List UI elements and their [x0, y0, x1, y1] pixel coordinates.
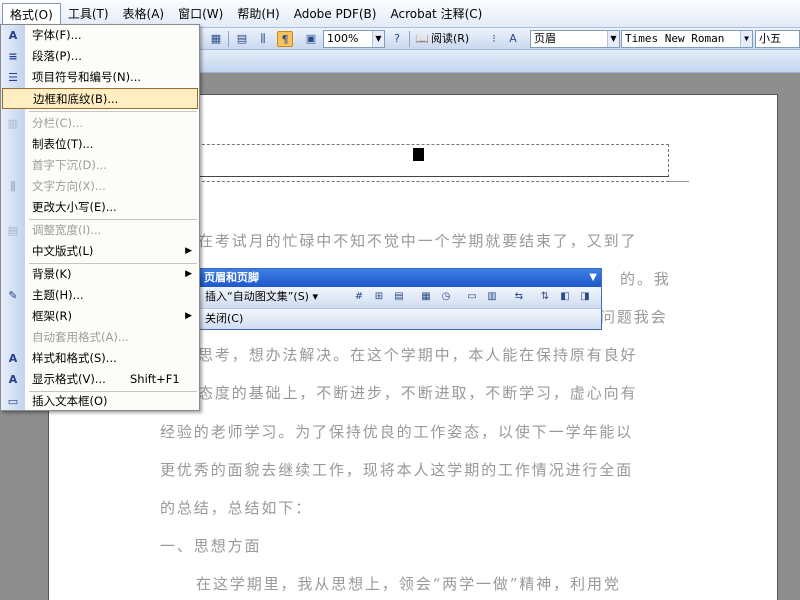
reading-button[interactable]: 阅读(R): [431, 31, 469, 47]
chevron-down-icon[interactable]: ▼: [372, 31, 384, 47]
font-combo[interactable]: Times New Roman ▼: [621, 30, 753, 48]
header-border-line: [152, 176, 669, 177]
menu-tools[interactable]: 工具(T): [61, 3, 116, 25]
body-line: 的总结，总结如下：: [160, 499, 313, 517]
body-line: 思考，想办法解决。在这个学期中，本人能在保持原有良好: [198, 346, 638, 364]
show-hide-text-icon[interactable]: ▥: [485, 290, 499, 304]
header-footer-title-bar[interactable]: 页眉和页脚 ▼: [200, 269, 601, 287]
menu-item-autoformat[interactable]: 自动套用格式(A)...: [2, 327, 198, 348]
menu-item-fit-width[interactable]: ▤ 调整宽度(I)...: [2, 220, 198, 241]
show-previous-icon[interactable]: ◧: [558, 290, 572, 304]
toolbar-separator: [228, 31, 229, 47]
insert-autotext-button[interactable]: 插入“自动图文集”(S) ▾: [205, 289, 318, 305]
menu-help[interactable]: 帮助(H): [230, 3, 286, 25]
submenu-arrow-icon: ▶: [185, 269, 192, 279]
section-heading: 一、思想方面: [160, 537, 262, 555]
menu-item-borders-shading[interactable]: 边框和底纹(B)...: [2, 88, 198, 109]
header-footer-row2: 关闭(C): [200, 308, 601, 329]
reading-icon[interactable]: 📖: [414, 31, 430, 47]
body-line: 问题我会: [600, 308, 668, 326]
textbox-icon: ▭: [7, 395, 19, 408]
header-footer-toolbar: 页眉和页脚 ▼ 插入“自动图文集”(S) ▾ # ⊞ ▤ ▦ ◷ ▭ ▥ ⇆ ⇅…: [199, 268, 602, 330]
drawing-icon[interactable]: ⫼: [255, 31, 271, 47]
toolbar-options-icon[interactable]: ⁝: [489, 31, 499, 47]
menu-item-paragraph[interactable]: ≡ 段落(P)...: [2, 46, 198, 67]
insert-autotext-label: 插入“自动图文集”(S): [205, 290, 309, 303]
switch-header-footer-icon[interactable]: ⇅: [538, 290, 552, 304]
menu-item-theme[interactable]: ✎ 主题(H)...: [2, 285, 198, 306]
menu-item-background[interactable]: 背景(K) ▶: [2, 264, 198, 285]
menu-separator: [29, 111, 197, 112]
menu-item-tabs[interactable]: 制表位(T)...: [2, 134, 198, 155]
menu-item-change-case[interactable]: 更改大小写(E)...: [2, 197, 198, 218]
insert-excel-icon[interactable]: ▦: [208, 31, 224, 47]
fit-width-icon: ▤: [7, 224, 19, 237]
body-line: 更优秀的面貌去继续工作，现将本人这学期的工作情况进行全面: [160, 461, 634, 479]
format-menu: A 字体(F)... ≡ 段落(P)... ☰ 项目符号和编号(N)... 边框…: [0, 24, 200, 411]
menu-acrobat-comments[interactable]: Acrobat 注释(C): [383, 3, 489, 25]
menu-item-insert-textbox[interactable]: ▭ 插入文本框(O): [2, 391, 198, 412]
shortcut-text: Shift+F1: [130, 372, 180, 386]
body-line: 在这学期里，我从思想上，领会“两学一做”精神，利用党: [196, 575, 621, 593]
columns-icon: ▥: [7, 117, 19, 130]
body-line: 的。我: [620, 270, 671, 288]
font-size-combo[interactable]: 小五: [755, 30, 800, 48]
header-separator: [152, 181, 669, 182]
menu-item-styles-formatting[interactable]: A 样式和格式(S)...: [2, 348, 198, 369]
insert-page-count-icon[interactable]: ⊞: [372, 290, 386, 304]
menu-item-reveal-formatting[interactable]: A 显示格式(V)... Shift+F1: [2, 369, 198, 390]
menu-item-text-direction[interactable]: ⫼ 文字方向(X)...: [2, 176, 198, 197]
close-header-footer-button[interactable]: 关闭(C): [205, 311, 243, 327]
header-area[interactable]: [152, 144, 669, 177]
font-icon: A: [8, 29, 18, 42]
insert-time-icon[interactable]: ◷: [439, 290, 453, 304]
menu-item-drop-cap[interactable]: 首字下沉(D)...: [2, 155, 198, 176]
font-size-value: 小五: [759, 32, 781, 45]
menu-item-font[interactable]: A 字体(F)...: [2, 25, 198, 46]
document-map-icon[interactable]: ¶: [277, 31, 293, 47]
help-icon[interactable]: ?: [389, 31, 405, 47]
body-line: 经验的老师学习。为了保持优良的工作姿态，以使下一学年能以: [160, 423, 634, 441]
theme-icon: ✎: [8, 289, 18, 302]
header-footer-title: 页眉和页脚: [204, 271, 259, 284]
page-setup-icon[interactable]: ▭: [465, 290, 479, 304]
font-value: Times New Roman: [625, 32, 725, 45]
menu-item-chinese-layout[interactable]: 中文版式(L) ▶: [2, 241, 198, 262]
chevron-down-icon[interactable]: ▼: [740, 31, 752, 47]
styles-pane-icon[interactable]: A: [505, 31, 521, 47]
menu-item-columns[interactable]: ▥ 分栏(C)...: [2, 113, 198, 134]
body-line: 态度的基础上，不断进步，不断进取，不断学习，虚心向有: [198, 384, 638, 402]
zoom-value: 100%: [327, 32, 359, 45]
submenu-arrow-icon: ▶: [185, 311, 192, 321]
header-border-tail: [669, 181, 689, 182]
menu-item-bullets-numbering[interactable]: ☰ 项目符号和编号(N)...: [2, 67, 198, 88]
text-direction-icon: ⫼: [10, 180, 16, 193]
menu-window[interactable]: 窗口(W): [171, 3, 230, 25]
format-page-number-icon[interactable]: ▤: [392, 290, 406, 304]
show-hide-icon[interactable]: ▣: [303, 31, 319, 47]
show-next-icon[interactable]: ◨: [578, 290, 592, 304]
toolbar-separator: [409, 31, 410, 47]
text-cursor: [413, 148, 424, 161]
zoom-combo[interactable]: 100% ▼: [323, 30, 385, 48]
menu-adobe-pdf[interactable]: Adobe PDF(B): [287, 3, 384, 25]
insert-page-number-icon[interactable]: #: [352, 290, 366, 304]
reveal-formatting-icon: A: [8, 373, 18, 386]
style-combo[interactable]: 页眉 ▼: [530, 30, 620, 48]
chevron-down-icon[interactable]: ▼: [607, 31, 619, 47]
menu-table[interactable]: 表格(A): [116, 3, 172, 25]
style-value: 页眉: [534, 32, 556, 45]
columns-icon[interactable]: ▤: [234, 31, 250, 47]
header-footer-row1: 插入“自动图文集”(S) ▾ # ⊞ ▤ ▦ ◷ ▭ ▥ ⇆ ⇅ ◧ ◨: [200, 287, 601, 308]
submenu-arrow-icon: ▶: [185, 246, 192, 256]
body-line: 在考试月的忙碌中不知不觉中一个学期就要结束了，又到了: [198, 232, 638, 250]
same-as-previous-icon[interactable]: ⇆: [512, 290, 526, 304]
paragraph-icon: ≡: [8, 50, 18, 63]
toolbar-dropdown-icon[interactable]: ▼: [589, 269, 597, 287]
bullets-icon: ☰: [8, 71, 18, 84]
styles-icon: A: [8, 352, 18, 365]
menu-item-frames[interactable]: 框架(R) ▶: [2, 306, 198, 327]
insert-date-icon[interactable]: ▦: [419, 290, 433, 304]
